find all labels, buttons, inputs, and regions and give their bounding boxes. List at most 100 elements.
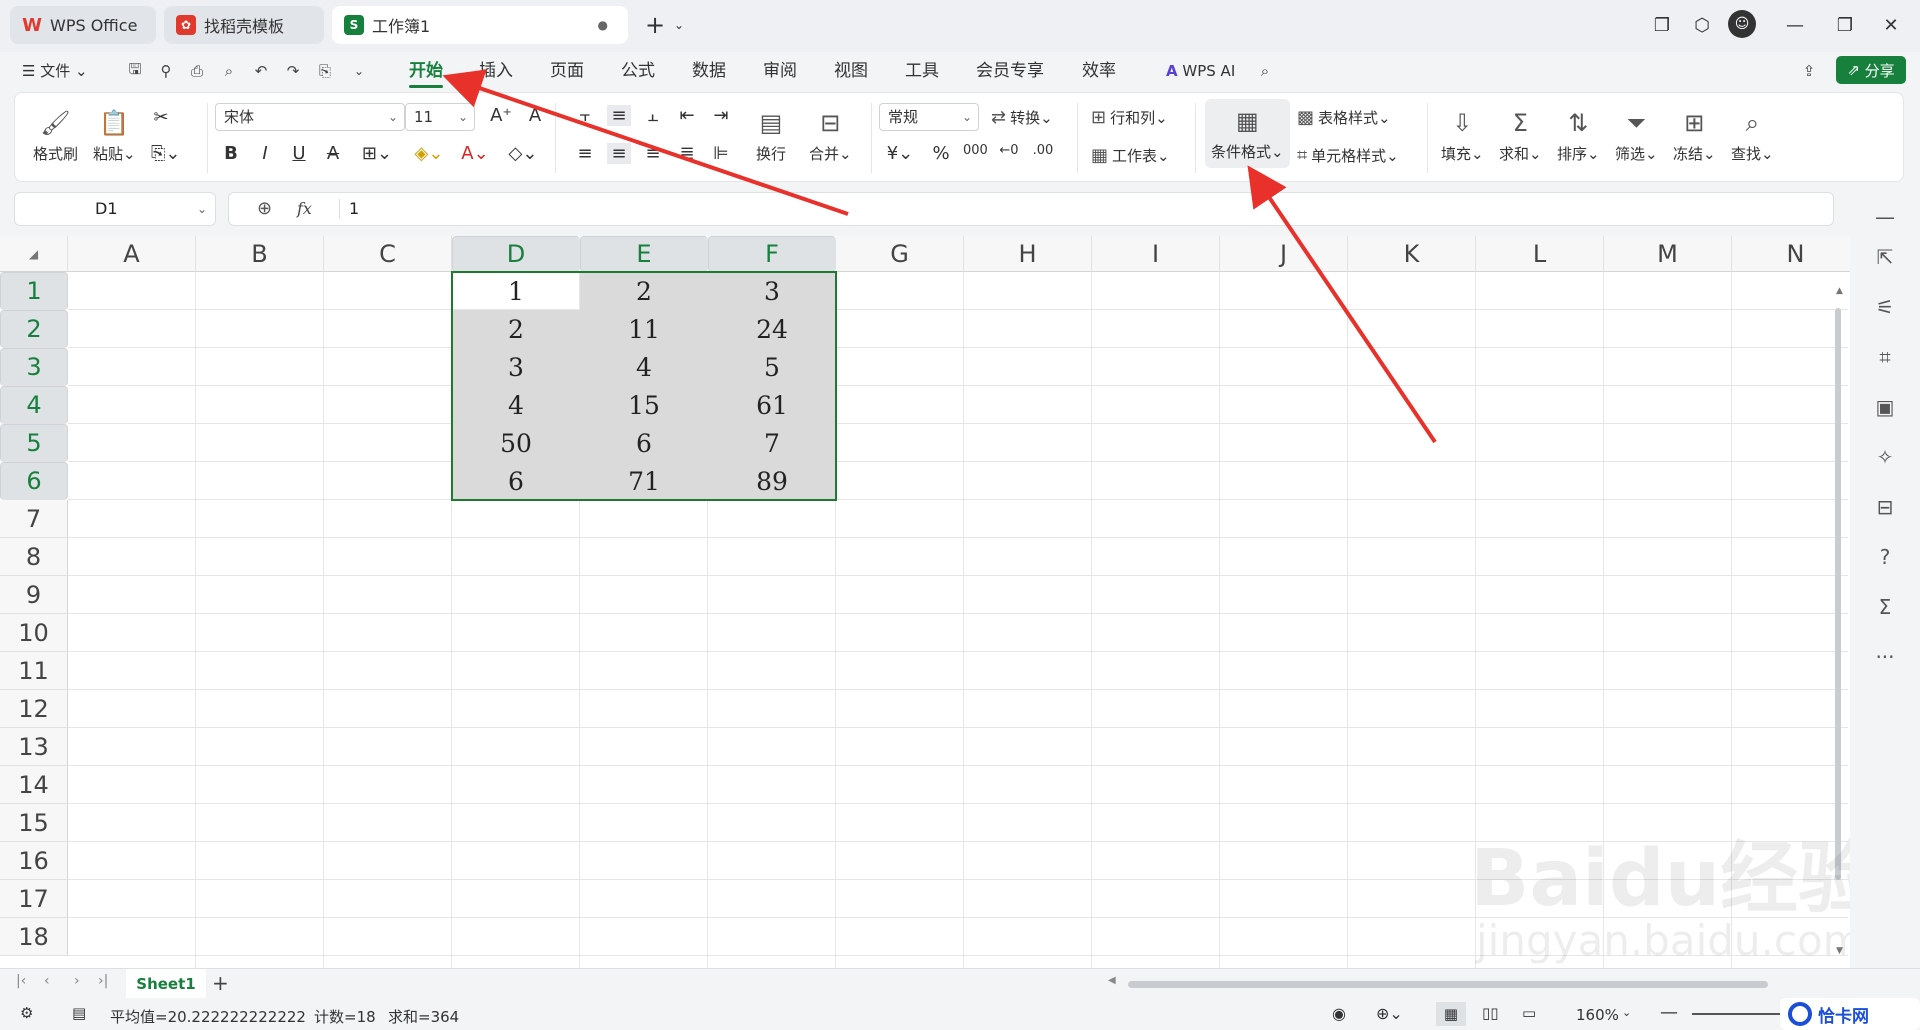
first-sheet-icon[interactable]: |‹: [16, 973, 26, 989]
paste-button[interactable]: 📋 粘贴⌄: [93, 107, 136, 164]
sort-button[interactable]: ⇅ 排序⌄: [1557, 107, 1600, 164]
menu-page[interactable]: 页面: [546, 58, 588, 84]
redo-icon[interactable]: ↷: [282, 60, 304, 82]
zoom-out-icon[interactable]: —: [1660, 1002, 1678, 1023]
cut-icon[interactable]: ✂: [149, 107, 173, 128]
doc-icon[interactable]: ▤: [72, 1004, 86, 1022]
eye-icon[interactable]: ◉: [1332, 1004, 1346, 1023]
collapse-icon[interactable]: —: [1872, 204, 1898, 230]
menu-data[interactable]: 数据: [688, 58, 730, 84]
bold-icon[interactable]: B: [219, 143, 243, 164]
select-cursor-icon[interactable]: ⇱: [1872, 244, 1898, 270]
column-header-h[interactable]: H: [964, 236, 1092, 272]
convert-button[interactable]: ⇄ 转换 ⌄: [991, 107, 1053, 128]
copy-icon[interactable]: ⎘⌄: [151, 143, 180, 164]
row-header-7[interactable]: 7: [0, 500, 68, 538]
increase-font-icon[interactable]: A⁺: [489, 105, 513, 126]
row-header-3[interactable]: 3: [0, 348, 68, 386]
row-header-12[interactable]: 12: [0, 690, 68, 728]
scroll-thumb[interactable]: [1835, 308, 1841, 880]
number-format-select[interactable]: 常规 ⌄: [879, 103, 979, 131]
align-middle-icon[interactable]: ≡: [607, 105, 631, 126]
column-header-c[interactable]: C: [324, 236, 452, 272]
sheet-tab-sheet1[interactable]: Sheet1: [126, 969, 206, 999]
name-box[interactable]: D1 ⌄: [14, 192, 216, 226]
tab-workbook1[interactable]: S 工作簿1 ●: [332, 6, 628, 44]
print-icon[interactable]: ⎙: [186, 60, 208, 82]
column-header-a[interactable]: A: [68, 236, 196, 272]
table-style-button[interactable]: ▩ 表格样式 ⌄: [1297, 107, 1391, 128]
decrease-decimal-icon[interactable]: .00: [1031, 143, 1055, 158]
align-top-icon[interactable]: ⫟: [573, 105, 597, 126]
save-icon[interactable]: 🖫: [124, 60, 146, 82]
page-break-icon[interactable]: ▭: [1522, 1004, 1536, 1022]
row-header-2[interactable]: 2: [0, 310, 68, 348]
add-sheet-icon[interactable]: +: [212, 971, 229, 995]
row-header-18[interactable]: 18: [0, 918, 68, 956]
font-color-icon[interactable]: A⌄: [457, 143, 493, 164]
freeze-button[interactable]: ⊞ 冻结⌄: [1673, 107, 1716, 164]
prev-sheet-icon[interactable]: ‹: [44, 973, 50, 989]
conditional-format-button[interactable]: ▦ 条件格式⌄: [1205, 99, 1290, 168]
spreadsheet-grid[interactable]: ◢ ABCDEFGHIJKLMN 1 2 3 4 5 6 7 8 9 10 11 12 13 14 15 16…: [0, 236, 1850, 968]
column-header-b[interactable]: B: [196, 236, 324, 272]
more-chevron-icon[interactable]: ⌄: [348, 60, 370, 82]
format-brush-icon[interactable]: ⚲: [155, 60, 177, 82]
cloud-upload-icon[interactable]: ⇪: [1798, 60, 1820, 82]
hscroll-left-icon[interactable]: ◀: [1108, 975, 1116, 986]
settings-sliders-icon[interactable]: ⚟: [1872, 294, 1898, 320]
decrease-font-icon[interactable]: A: [523, 105, 547, 126]
row-header-8[interactable]: 8: [0, 538, 68, 576]
font-name-select[interactable]: 宋体 ⌄: [215, 103, 405, 131]
align-center-icon[interactable]: ≡: [607, 143, 631, 164]
thousands-icon[interactable]: 000: [963, 143, 988, 158]
cell-style-button[interactable]: ⌗ 单元格样式 ⌄: [1297, 145, 1399, 166]
row-header-17[interactable]: 17: [0, 880, 68, 918]
export-icon[interactable]: ⎘: [314, 60, 336, 82]
align-bottom-icon[interactable]: ⫠: [641, 105, 665, 126]
menu-file[interactable]: ☰ 文件 ⌄: [18, 58, 92, 84]
distribute-icon[interactable]: ⊫: [709, 143, 733, 164]
row-header-6[interactable]: 6: [0, 462, 68, 500]
scroll-up-icon[interactable]: ▲: [1836, 286, 1843, 296]
find-button[interactable]: ⌕ 查找⌄: [1731, 107, 1774, 164]
image-icon[interactable]: ▣: [1872, 394, 1898, 420]
menu-insert[interactable]: 插入: [475, 58, 517, 84]
fill-button[interactable]: ⇩ 填充⌄: [1441, 107, 1484, 164]
formula-sigma-icon[interactable]: Σ: [1872, 594, 1898, 620]
menu-home[interactable]: 开始: [405, 58, 447, 88]
zoom-value[interactable]: 160%: [1576, 1006, 1619, 1024]
column-header-l[interactable]: L: [1476, 236, 1604, 272]
column-header-d[interactable]: D: [452, 236, 580, 272]
align-right-icon[interactable]: ≡: [641, 143, 665, 164]
merge-button[interactable]: ⊟ 合并⌄: [809, 107, 852, 164]
row-header-9[interactable]: 9: [0, 576, 68, 614]
format-painter-button[interactable]: 🖌 格式刷: [33, 107, 78, 164]
window-switch-icon[interactable]: ❐: [1647, 10, 1677, 40]
tab-wps-office[interactable]: W WPS Office: [10, 6, 156, 44]
row-header-15[interactable]: 15: [0, 804, 68, 842]
strikethrough-icon[interactable]: A: [321, 143, 345, 164]
zoom-formula-icon[interactable]: ⊕: [257, 198, 272, 219]
avatar[interactable]: ☺: [1728, 10, 1756, 38]
next-sheet-icon[interactable]: ›: [74, 973, 80, 989]
filter-button[interactable]: ⏷ 筛选⌄: [1615, 107, 1658, 164]
currency-icon[interactable]: ¥⌄: [885, 143, 915, 164]
row-header-5[interactable]: 5: [0, 424, 68, 462]
normal-view-icon[interactable]: ▦: [1436, 1002, 1466, 1026]
row-header-10[interactable]: 10: [0, 614, 68, 652]
column-header-e[interactable]: E: [580, 236, 708, 272]
row-header-13[interactable]: 13: [0, 728, 68, 766]
page-view-icon[interactable]: ▯▯: [1482, 1004, 1499, 1022]
share-button[interactable]: ⇗ 分享: [1836, 56, 1906, 84]
undo-icon[interactable]: ↶: [250, 60, 272, 82]
row-header-4[interactable]: 4: [0, 386, 68, 424]
clear-icon[interactable]: ◇⌄: [505, 143, 541, 164]
menu-efficiency[interactable]: 效率: [1078, 58, 1120, 84]
select-all-corner[interactable]: ◢: [0, 236, 68, 272]
print-preview-icon[interactable]: ⌕: [218, 60, 240, 82]
menu-view[interactable]: 视图: [830, 58, 872, 84]
search-icon[interactable]: ⌕: [1254, 60, 1276, 82]
menu-tools[interactable]: 工具: [901, 58, 943, 84]
zoom-chevron-icon[interactable]: ⌄: [1622, 1006, 1631, 1019]
